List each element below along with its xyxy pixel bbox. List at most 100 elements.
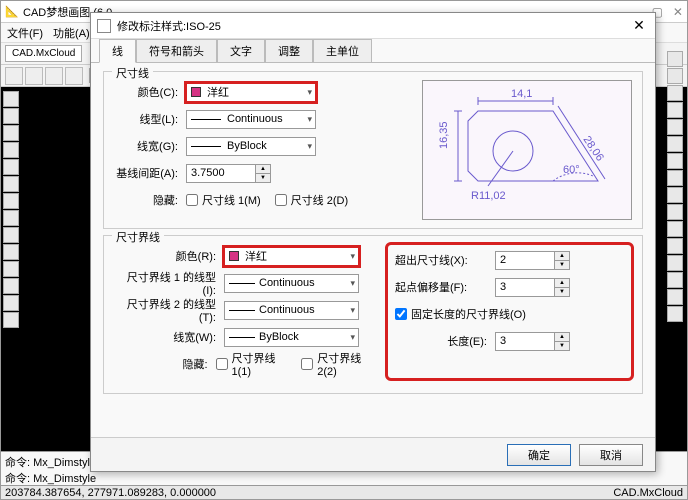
tool-btn[interactable]: [667, 221, 683, 237]
color-swatch-icon: [229, 251, 239, 261]
tool-btn[interactable]: [3, 159, 19, 175]
tool-btn[interactable]: [667, 119, 683, 135]
pv-a: 60°: [563, 164, 580, 176]
baseline-spinner[interactable]: ▲▼: [256, 164, 271, 183]
fieldset-dimlines: 尺寸线 颜色(C): 洋红 线型(L): Continuous 线宽(G): B…: [103, 71, 643, 229]
ext-lt1-select[interactable]: Continuous: [224, 274, 359, 293]
tool-btn[interactable]: [667, 136, 683, 152]
tool-btn[interactable]: [3, 227, 19, 243]
tab-arrows[interactable]: 符号和箭头: [136, 39, 217, 63]
len-spinner[interactable]: ▲▼: [555, 332, 570, 351]
tab-lines[interactable]: 线: [99, 39, 136, 63]
ext-color-select[interactable]: 洋红: [224, 247, 359, 266]
line-icon: [229, 283, 255, 284]
tool-btn[interactable]: [3, 312, 19, 328]
ext-lw-label: 线宽(W):: [114, 329, 224, 345]
tool-btn[interactable]: [667, 238, 683, 254]
tbtn[interactable]: [25, 67, 43, 85]
menu-func[interactable]: 功能(A): [53, 25, 90, 41]
offset-input[interactable]: 3: [495, 278, 555, 297]
color-swatch-icon: [191, 87, 201, 97]
tbtn[interactable]: [5, 67, 23, 85]
tool-btn[interactable]: [3, 261, 19, 277]
ext-color-label: 颜色(R):: [114, 248, 224, 264]
beyond-spinner[interactable]: ▲▼: [555, 251, 570, 270]
offset-spinner[interactable]: ▲▼: [555, 278, 570, 297]
status-right: CAD.MxCloud: [613, 487, 683, 499]
tool-btn[interactable]: [667, 170, 683, 186]
ext-lt2-select[interactable]: Continuous: [224, 301, 359, 320]
len-label: 长度(E):: [395, 333, 495, 349]
fieldset-extlines: 尺寸界线 颜色(R): 洋红 尺寸界线 1 的线型 (I): Continuou…: [103, 235, 643, 394]
len-input[interactable]: 3: [495, 332, 555, 351]
status-bar: 203784.387654, 277971.089283, 0.000000 C…: [1, 485, 687, 499]
dialog-icon: [97, 19, 111, 33]
line-icon: [229, 337, 255, 338]
tool-btn[interactable]: [667, 187, 683, 203]
lweight-label: 线宽(G):: [114, 138, 186, 154]
dialog-titlebar[interactable]: 修改标注样式:ISO-25 ✕: [91, 13, 655, 39]
right-tool-palette: [667, 51, 685, 322]
tab-fit[interactable]: 调整: [265, 39, 313, 63]
tool-btn[interactable]: [3, 210, 19, 226]
pv-r: R11,02: [471, 190, 506, 202]
menu-file[interactable]: 文件(F): [7, 25, 43, 41]
legend-dimlines: 尺寸线: [112, 65, 153, 81]
tool-btn[interactable]: [667, 85, 683, 101]
hide-dim1-checkbox[interactable]: 尺寸线 1(M): [186, 192, 261, 208]
tool-btn[interactable]: [667, 102, 683, 118]
offset-label: 起点偏移量(F):: [395, 279, 495, 295]
tool-btn[interactable]: [3, 142, 19, 158]
baseline-label: 基线间距(A):: [114, 165, 186, 181]
tool-btn[interactable]: [667, 68, 683, 84]
ltype-label: 线型(L):: [114, 111, 186, 127]
cmd-history-2: 命令: Mx_Dimstyle: [5, 470, 683, 486]
tool-btn[interactable]: [667, 306, 683, 322]
tool-btn[interactable]: [3, 193, 19, 209]
tool-btn[interactable]: [667, 204, 683, 220]
ok-button[interactable]: 确定: [507, 444, 571, 466]
tbtn[interactable]: [65, 67, 83, 85]
status-coords: 203784.387654, 277971.089283, 0.000000: [5, 487, 216, 499]
dialog-tabs: 线 符号和箭头 文字 调整 主单位: [91, 39, 655, 63]
pv-h: 16,35: [438, 121, 450, 149]
tool-btn[interactable]: [3, 91, 19, 107]
tool-btn[interactable]: [3, 176, 19, 192]
beyond-input[interactable]: 2: [495, 251, 555, 270]
tbtn[interactable]: [45, 67, 63, 85]
tool-btn[interactable]: [3, 125, 19, 141]
ext-lw-select[interactable]: ByBlock: [224, 328, 359, 347]
tool-btn[interactable]: [3, 108, 19, 124]
tool-btn[interactable]: [3, 244, 19, 260]
dialog-footer: 确定 取消: [91, 437, 655, 471]
tab-text[interactable]: 文字: [217, 39, 265, 63]
ext-lt2-label: 尺寸界线 2 的线型 (T):: [114, 296, 224, 324]
modify-dimstyle-dialog: 修改标注样式:ISO-25 ✕ 线 符号和箭头 文字 调整 主单位 尺寸线 颜色…: [90, 12, 656, 472]
tool-btn[interactable]: [3, 295, 19, 311]
tool-btn[interactable]: [667, 51, 683, 67]
close-icon[interactable]: ✕: [629, 16, 649, 36]
dimline-color-select[interactable]: 洋红: [186, 83, 316, 102]
hide-ext1-checkbox[interactable]: 尺寸界线 1(1): [216, 350, 292, 378]
tool-btn[interactable]: [667, 272, 683, 288]
tab-mxcloud[interactable]: CAD.MxCloud: [5, 45, 82, 62]
hide-ext2-checkbox[interactable]: 尺寸界线 2(2): [301, 350, 377, 378]
tool-btn[interactable]: [667, 289, 683, 305]
line-icon: [191, 146, 221, 147]
hide-label: 隐藏:: [114, 192, 186, 208]
baseline-input[interactable]: 3.7500: [186, 164, 256, 183]
cancel-button[interactable]: 取消: [579, 444, 643, 466]
dimline-lweight-select[interactable]: ByBlock: [186, 137, 316, 156]
tool-btn[interactable]: [667, 153, 683, 169]
legend-extlines: 尺寸界线: [112, 229, 164, 245]
tool-btn[interactable]: [667, 255, 683, 271]
ext-hide-label: 隐藏:: [114, 356, 216, 372]
tab-units[interactable]: 主单位: [313, 39, 372, 63]
fixed-len-checkbox[interactable]: 固定长度的尺寸界线(O): [395, 306, 526, 322]
color-label: 颜色(C):: [114, 84, 186, 100]
dialog-title: 修改标注样式:ISO-25: [117, 18, 221, 34]
tool-btn[interactable]: [3, 278, 19, 294]
hide-dim2-checkbox[interactable]: 尺寸线 2(D): [275, 192, 348, 208]
dimline-ltype-select[interactable]: Continuous: [186, 110, 316, 129]
line-icon: [191, 119, 221, 120]
